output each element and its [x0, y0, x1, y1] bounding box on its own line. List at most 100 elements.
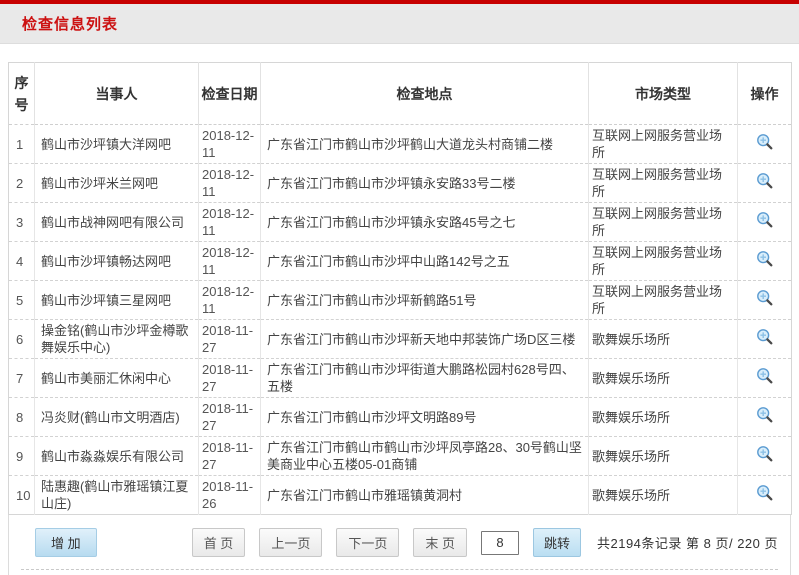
cell-seq: 6 [9, 320, 35, 359]
page-title: 检查信息列表 [22, 13, 118, 34]
view-detail-magnifier-icon[interactable] [756, 172, 774, 190]
cell-seq: 2 [9, 164, 35, 203]
add-button[interactable]: 增 加 [35, 528, 97, 557]
table-row: 4 鹤山市沙坪镇畅达网吧 2018-12-11 广东省江门市鹤山市沙坪中山路14… [9, 242, 792, 281]
cell-market: 歌舞娱乐场所 [589, 476, 738, 515]
next-page-button[interactable]: 下一页 [336, 528, 399, 557]
cell-seq: 1 [9, 125, 35, 164]
table-row: 3 鹤山市战神网吧有限公司 2018-12-11 广东省江门市鹤山市沙坪镇永安路… [9, 203, 792, 242]
cell-location: 广东省江门市鹤山市沙坪中山路142号之五 [261, 242, 589, 281]
view-detail-magnifier-icon[interactable] [756, 367, 774, 385]
cell-market: 歌舞娱乐场所 [589, 320, 738, 359]
table-row: 1 鹤山市沙坪镇大洋网吧 2018-12-11 广东省江门市鹤山市沙坪鹤山大道龙… [9, 125, 792, 164]
cell-action [738, 242, 792, 281]
view-detail-magnifier-icon[interactable] [756, 328, 774, 346]
cell-location: 广东省江门市鹤山市沙坪新鹤路51号 [261, 281, 589, 320]
cell-date: 2018-12-11 [199, 164, 261, 203]
cell-market: 互联网上网服务营业场所 [589, 242, 738, 281]
prev-page-button[interactable]: 上一页 [259, 528, 322, 557]
cell-market: 互联网上网服务营业场所 [589, 203, 738, 242]
cell-action [738, 125, 792, 164]
cell-market: 歌舞娱乐场所 [589, 359, 738, 398]
cell-action [738, 203, 792, 242]
table-footer: 增 加 首 页 上一页 下一页 末 页 跳转 共2194条记录 第 8 页/ 2… [8, 515, 791, 575]
cell-party: 鹤山市沙坪米兰网吧 [35, 164, 199, 203]
first-page-button[interactable]: 首 页 [192, 528, 246, 557]
cell-action [738, 437, 792, 476]
cell-party: 操金铭(鹤山市沙坪金樽歌舞娱乐中心) [35, 320, 199, 359]
cell-action [738, 164, 792, 203]
col-header-seq: 序号 [9, 63, 35, 125]
table-row: 5 鹤山市沙坪镇三星网吧 2018-12-11 广东省江门市鹤山市沙坪新鹤路51… [9, 281, 792, 320]
cell-market: 歌舞娱乐场所 [589, 437, 738, 476]
table-row: 9 鹤山市淼淼娱乐有限公司 2018-11-27 广东省江门市鹤山市鹤山市沙坪凤… [9, 437, 792, 476]
col-header-location: 检查地点 [261, 63, 589, 125]
cell-date: 2018-12-11 [199, 125, 261, 164]
cell-date: 2018-12-11 [199, 203, 261, 242]
cell-location: 广东省江门市鹤山市鹤山市沙坪凤亭路28、30号鹤山坚美商业中心五楼05-01商铺 [261, 437, 589, 476]
last-page-button[interactable]: 末 页 [413, 528, 467, 557]
view-detail-magnifier-icon[interactable] [756, 406, 774, 424]
cell-date: 2018-12-11 [199, 242, 261, 281]
cell-action [738, 359, 792, 398]
cell-date: 2018-11-26 [199, 476, 261, 515]
cell-action [738, 398, 792, 437]
table-header-row: 序号 当事人 检查日期 检查地点 市场类型 操作 [9, 63, 792, 125]
cell-party: 鹤山市沙坪镇畅达网吧 [35, 242, 199, 281]
view-detail-magnifier-icon[interactable] [756, 289, 774, 307]
view-detail-magnifier-icon[interactable] [756, 484, 774, 502]
cell-market: 互联网上网服务营业场所 [589, 125, 738, 164]
inspection-panel: 序号 当事人 检查日期 检查地点 市场类型 操作 1 鹤山市沙坪镇大洋网吧 20… [8, 62, 791, 515]
cell-party: 鹤山市淼淼娱乐有限公司 [35, 437, 199, 476]
cell-party: 鹤山市沙坪镇大洋网吧 [35, 125, 199, 164]
col-header-date: 检查日期 [199, 63, 261, 125]
inspection-table: 序号 当事人 检查日期 检查地点 市场类型 操作 1 鹤山市沙坪镇大洋网吧 20… [8, 62, 792, 515]
page-header: 检查信息列表 [0, 0, 799, 44]
cell-seq: 7 [9, 359, 35, 398]
cell-date: 2018-11-27 [199, 398, 261, 437]
cell-seq: 3 [9, 203, 35, 242]
cell-seq: 10 [9, 476, 35, 515]
pagination: 首 页 上一页 下一页 末 页 跳转 [192, 528, 581, 557]
cell-action [738, 320, 792, 359]
table-row: 6 操金铭(鹤山市沙坪金樽歌舞娱乐中心) 2018-11-27 广东省江门市鹤山… [9, 320, 792, 359]
cell-location: 广东省江门市鹤山市沙坪街道大鹏路松园村628号四、五楼 [261, 359, 589, 398]
col-header-party: 当事人 [35, 63, 199, 125]
cell-seq: 5 [9, 281, 35, 320]
table-row: 7 鹤山市美丽汇休闲中心 2018-11-27 广东省江门市鹤山市沙坪街道大鹏路… [9, 359, 792, 398]
cell-seq: 9 [9, 437, 35, 476]
cell-party: 鹤山市战神网吧有限公司 [35, 203, 199, 242]
cell-location: 广东省江门市鹤山市沙坪镇永安路45号之七 [261, 203, 589, 242]
page-number-input[interactable] [481, 531, 519, 555]
cell-date: 2018-11-27 [199, 437, 261, 476]
cell-market: 歌舞娱乐场所 [589, 398, 738, 437]
cell-date: 2018-12-11 [199, 281, 261, 320]
jump-button[interactable]: 跳转 [533, 528, 581, 557]
cell-location: 广东省江门市鹤山市沙坪新天地中邦装饰广场D区三楼 [261, 320, 589, 359]
table-row: 2 鹤山市沙坪米兰网吧 2018-12-11 广东省江门市鹤山市沙坪镇永安路33… [9, 164, 792, 203]
cell-market: 互联网上网服务营业场所 [589, 281, 738, 320]
view-detail-magnifier-icon[interactable] [756, 133, 774, 151]
cell-location: 广东省江门市鹤山市沙坪文明路89号 [261, 398, 589, 437]
cell-party: 鹤山市沙坪镇三星网吧 [35, 281, 199, 320]
cell-location: 广东省江门市鹤山市雅瑶镇黄洞村 [261, 476, 589, 515]
cell-market: 互联网上网服务营业场所 [589, 164, 738, 203]
cell-party: 陆惠趣(鹤山市雅瑶镇江夏山庄) [35, 476, 199, 515]
cell-action [738, 281, 792, 320]
record-summary: 共2194条记录 第 8 页/ 220 页 [597, 533, 778, 552]
view-detail-magnifier-icon[interactable] [756, 445, 774, 463]
view-detail-magnifier-icon[interactable] [756, 250, 774, 268]
view-detail-magnifier-icon[interactable] [756, 211, 774, 229]
cell-location: 广东省江门市鹤山市沙坪镇永安路33号二楼 [261, 164, 589, 203]
table-row: 8 冯炎财(鹤山市文明酒店) 2018-11-27 广东省江门市鹤山市沙坪文明路… [9, 398, 792, 437]
col-header-action: 操作 [738, 63, 792, 125]
table-row: 10 陆惠趣(鹤山市雅瑶镇江夏山庄) 2018-11-26 广东省江门市鹤山市雅… [9, 476, 792, 515]
cell-action [738, 476, 792, 515]
cell-seq: 4 [9, 242, 35, 281]
cell-seq: 8 [9, 398, 35, 437]
cell-date: 2018-11-27 [199, 359, 261, 398]
cell-party: 冯炎财(鹤山市文明酒店) [35, 398, 199, 437]
col-header-market: 市场类型 [589, 63, 738, 125]
cell-party: 鹤山市美丽汇休闲中心 [35, 359, 199, 398]
cell-location: 广东省江门市鹤山市沙坪鹤山大道龙头村商铺二楼 [261, 125, 589, 164]
